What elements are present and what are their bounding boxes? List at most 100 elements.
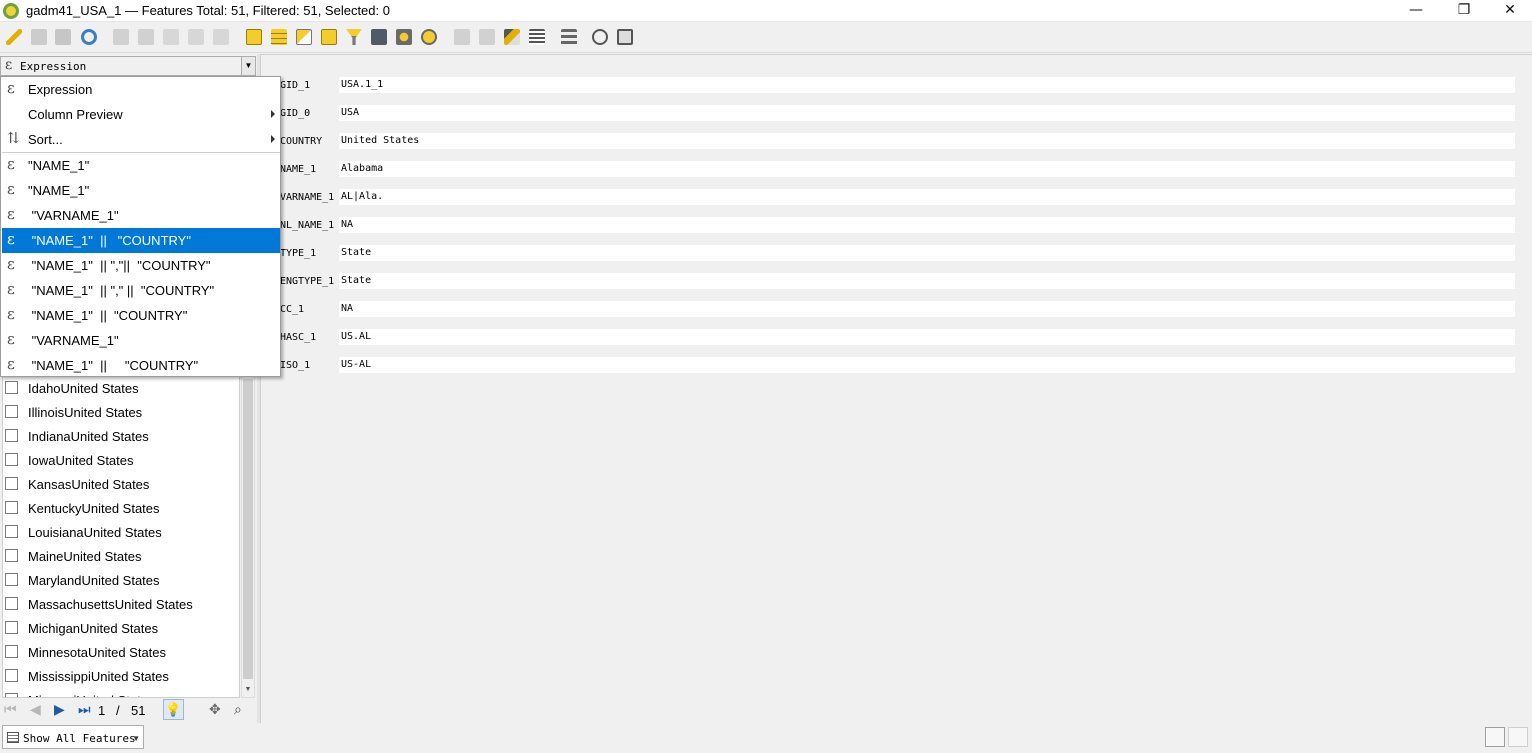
feature-checkbox[interactable] [5, 453, 18, 466]
minimize-button[interactable]: — [1393, 0, 1439, 22]
select-all-icon[interactable] [271, 29, 287, 45]
feature-checkbox[interactable] [5, 429, 18, 442]
pencil-icon[interactable] [6, 29, 22, 45]
pan-to-selection-icon[interactable] [396, 29, 412, 45]
new-field-icon[interactable] [454, 29, 470, 45]
menu-item[interactable]: ε "NAME_1" || "," || "COUNTRY" [2, 278, 280, 303]
save-edits-icon[interactable] [55, 29, 71, 45]
zoom-to-selection-icon[interactable] [421, 29, 437, 45]
copy-icon[interactable] [188, 29, 204, 45]
feature-list-item[interactable]: KansasUnited States [3, 473, 239, 497]
menu-item-label: "NAME_1" || "," || "COUNTRY" [28, 283, 215, 298]
feature-list-item[interactable]: MaineUnited States [3, 545, 239, 569]
restore-button[interactable]: ❐ [1441, 0, 1487, 22]
field-value-input[interactable]: AL|Ala. [339, 189, 1515, 205]
close-button[interactable]: ✕ [1487, 0, 1532, 22]
menu-item[interactable]: ε "NAME_1" [2, 153, 280, 178]
conditional-format-icon[interactable] [529, 29, 545, 45]
feature-checkbox[interactable] [5, 669, 18, 682]
lightbulb-icon: 💡 [165, 702, 182, 717]
select-expression-icon[interactable] [246, 29, 262, 45]
next-feature-icon[interactable]: ▶ [54, 702, 65, 718]
feature-checkbox[interactable] [5, 405, 18, 418]
feature-checkbox[interactable] [5, 645, 18, 658]
filter-icon[interactable] [346, 29, 362, 45]
feature-list-item[interactable]: KentuckyUnited States [3, 497, 239, 521]
form-view-button[interactable] [1485, 727, 1505, 747]
feature-label: IowaUnited States [28, 453, 134, 468]
reload-icon[interactable] [81, 29, 97, 45]
field-label: NAME_1 [280, 164, 317, 175]
feature-list-item[interactable]: IowaUnited States [3, 449, 239, 473]
scroll-down-icon[interactable]: ▼ [242, 683, 254, 697]
field-label: ISO_1 [280, 360, 311, 371]
highlight-feature-button[interactable]: 💡 [163, 699, 184, 720]
feature-list-item[interactable]: IllinoisUnited States [3, 401, 239, 425]
field-label: HASC_1 [280, 332, 317, 343]
feature-list-item[interactable]: MinnesotaUnited States [3, 641, 239, 665]
feature-checkbox[interactable] [5, 573, 18, 586]
field-value-input[interactable]: NA [339, 301, 1515, 317]
field-value-input[interactable]: USA [339, 105, 1515, 121]
field-value-input[interactable]: United States [339, 133, 1515, 149]
first-feature-icon[interactable]: ⏮ [4, 702, 17, 718]
previous-feature-icon[interactable]: ◀ [30, 702, 41, 718]
add-feature-icon[interactable] [113, 29, 129, 45]
menu-item[interactable]: Column Preview [2, 102, 280, 127]
feature-checkbox[interactable] [5, 477, 18, 490]
menu-item[interactable]: ⇅ Sort... [2, 127, 280, 152]
last-feature-icon[interactable]: ⏭ [78, 702, 91, 718]
move-selected-top-icon[interactable] [371, 29, 387, 45]
delete-icon[interactable] [138, 29, 154, 45]
dock-icon[interactable] [617, 29, 633, 45]
field-value-input[interactable]: NA [339, 217, 1515, 233]
table-view-button[interactable] [1508, 727, 1528, 747]
zoom-map-icon[interactable]: ⌕ [234, 702, 242, 718]
feature-checkbox[interactable] [5, 549, 18, 562]
feature-checkbox[interactable] [5, 525, 18, 538]
window-title: gadm41_USA_1 — Features Total: 51, Filte… [26, 3, 390, 18]
menu-item[interactable]: ε "NAME_1" || ","|| "COUNTRY" [2, 253, 280, 278]
menu-item[interactable]: ε Expression [2, 77, 280, 102]
show-features-dropdown[interactable]: Show All Features ▼ [2, 725, 144, 749]
field-value-input[interactable]: Alabama [339, 161, 1515, 177]
actions-icon[interactable] [561, 29, 577, 45]
zoom-icon[interactable] [592, 29, 608, 45]
field-value-input[interactable]: State [339, 245, 1515, 261]
feature-checkbox[interactable] [5, 693, 18, 697]
cut-icon[interactable] [163, 29, 179, 45]
multi-edit-icon[interactable] [31, 29, 47, 45]
feature-list-item[interactable]: LouisianaUnited States [3, 521, 239, 545]
feature-list-item[interactable]: MichiganUnited States [3, 617, 239, 641]
feature-list-item[interactable]: IdahoUnited States [3, 377, 239, 401]
field-value-input[interactable]: US-AL [339, 357, 1515, 373]
scrollbar-thumb[interactable] [243, 379, 253, 679]
feature-list-item[interactable]: MississippiUnited States [3, 665, 239, 689]
menu-item[interactable]: ε "NAME_1" || "COUNTRY" [2, 303, 280, 328]
feature-checkbox[interactable] [5, 501, 18, 514]
invert-selection-icon[interactable] [296, 29, 312, 45]
feature-label: MassachusettsUnited States [28, 597, 193, 612]
menu-item[interactable]: ε "NAME_1" || "COUNTRY" [2, 353, 280, 378]
feature-checkbox[interactable] [5, 621, 18, 634]
menu-item[interactable]: ε "VARNAME_1" [2, 203, 280, 228]
pan-map-icon[interactable]: ✥ [209, 702, 221, 718]
deselect-icon[interactable] [321, 29, 337, 45]
menu-item[interactable]: ε "VARNAME_1" [2, 328, 280, 353]
feature-checkbox[interactable] [5, 597, 18, 610]
delete-field-icon[interactable] [479, 29, 495, 45]
feature-list-item[interactable]: IndianaUnited States [3, 425, 239, 449]
feature-list-item[interactable]: MissouriUnited States [3, 689, 239, 697]
field-value-input[interactable]: USA.1_1 [339, 77, 1515, 93]
field-value-input[interactable]: State [339, 273, 1515, 289]
menu-item[interactable]: ε "NAME_1" || "COUNTRY" [2, 228, 280, 253]
chevron-down-icon[interactable]: ▼ [241, 57, 255, 75]
menu-item[interactable]: ε "NAME_1" [2, 178, 280, 203]
feature-checkbox[interactable] [5, 381, 18, 394]
feature-list-item[interactable]: MassachusettsUnited States [3, 593, 239, 617]
paste-icon[interactable] [213, 29, 229, 45]
feature-list-item[interactable]: MarylandUnited States [3, 569, 239, 593]
field-value-input[interactable]: US.AL [339, 329, 1515, 345]
display-expression-combo[interactable]: ε Expression ▼ [0, 56, 256, 76]
field-calculator-icon[interactable] [504, 29, 520, 45]
